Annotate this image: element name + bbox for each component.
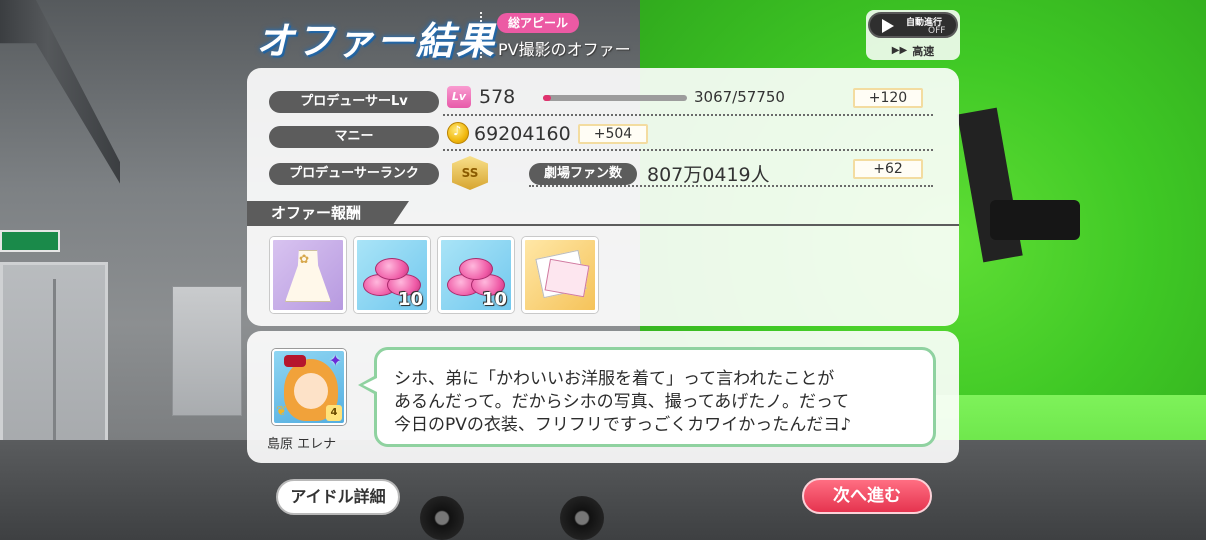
wing-icon: ❦	[276, 404, 287, 419]
auto-progress-control: 自動進行 OFF ▶▶ 高速	[866, 10, 960, 60]
auto-progress-toggle[interactable]: 自動進行 OFF	[868, 12, 958, 38]
row-divider	[443, 149, 933, 151]
reward-item-candy[interactable]: 10	[354, 237, 430, 313]
reward-count: 10	[397, 289, 423, 310]
money-gain-badge: +504	[578, 124, 648, 144]
reward-item-candy[interactable]: 10	[438, 237, 514, 313]
rewards-title: オファー報酬	[247, 201, 409, 225]
theater-fans-label: 劇場ファン数	[529, 163, 637, 185]
exit-sign	[0, 230, 60, 252]
idol-rank-badge: 4	[326, 405, 342, 421]
speech-bubble: シホ、弟に「かわいいお洋服を着て」って言われたことが あるんだって。だからシホの…	[374, 347, 936, 447]
lv-gain-badge: +120	[853, 88, 923, 108]
speed-toggle[interactable]: ▶▶ 高速	[866, 40, 960, 58]
portrait-face	[294, 373, 328, 409]
rewards-rule	[247, 224, 959, 226]
speed-label: 高速	[912, 44, 935, 58]
producer-lv-value: 578	[479, 86, 516, 108]
dialogue-line: シホ、弟に「かわいいお洋服を着て」って言われたことが	[394, 369, 835, 389]
camera-body	[990, 200, 1080, 240]
producer-rank-label: プロデューサーランク	[269, 163, 439, 185]
fans-gain-badge: +62	[853, 159, 923, 179]
reward-count: 10	[481, 289, 507, 310]
speech-bubble-tail-inner	[363, 378, 377, 392]
lv-progress-fill	[543, 95, 551, 101]
lv-progress-text: 3067/57750	[694, 88, 785, 106]
idol-detail-button[interactable]: アイドル詳細	[276, 479, 400, 515]
dialogue-panel: ✦ ❦ 4 島原 エレナ シホ、弟に「かわいいお洋服を着て」って言われたことが …	[247, 331, 959, 463]
camera-dolly	[420, 460, 640, 540]
rank-badge-icon: SS	[452, 156, 488, 190]
portrait-bow	[284, 355, 306, 367]
row-divider	[529, 185, 933, 187]
electrical-cabinet	[172, 286, 242, 416]
candy-icon	[375, 258, 409, 280]
next-button[interactable]: 次へ進む	[802, 478, 932, 514]
appeal-badge: 総アピール	[497, 13, 579, 33]
dolly-wheel	[420, 496, 464, 540]
idol-portrait[interactable]: ✦ ❦ 4	[272, 349, 346, 425]
lv-progress-bar	[543, 95, 687, 101]
dialogue-line: あるんだって。だからシホの写真、撮ってあげたノ。だって	[394, 392, 850, 412]
reward-item-letter[interactable]	[522, 237, 598, 313]
money-label: マニー	[269, 126, 439, 148]
candy-icon	[459, 258, 493, 280]
row-divider	[443, 114, 933, 116]
envelope-icon	[544, 258, 590, 298]
theater-fans-value: 807万0419人	[647, 164, 770, 186]
sparkle-icon: ✦	[328, 351, 342, 370]
dialogue-line: 今日のPVの衣装、フリフリですっごくカワイかったんだヨ♪	[394, 415, 852, 435]
offer-name: PV撮影のオファー	[498, 40, 631, 59]
results-panel: プロデューサーLv Lv 578 3067/57750 +120 マニー 692…	[247, 68, 959, 326]
lv-icon: Lv	[447, 86, 471, 108]
idol-name: 島原 エレナ	[267, 437, 337, 452]
dolly-wheel	[560, 496, 604, 540]
fast-forward-icon: ▶▶	[891, 45, 908, 56]
camera-crane	[957, 90, 1090, 270]
coin-icon	[447, 122, 469, 144]
money-value: 69204160	[474, 123, 571, 145]
title-divider	[480, 12, 482, 58]
play-icon	[882, 19, 894, 33]
reward-item-dress[interactable]: ✿	[270, 237, 346, 313]
bow-icon: ✿	[299, 252, 310, 266]
page-title: オファー結果	[256, 19, 497, 63]
producer-lv-label: プロデューサーLv	[269, 91, 439, 113]
auto-progress-state: OFF	[928, 26, 946, 36]
